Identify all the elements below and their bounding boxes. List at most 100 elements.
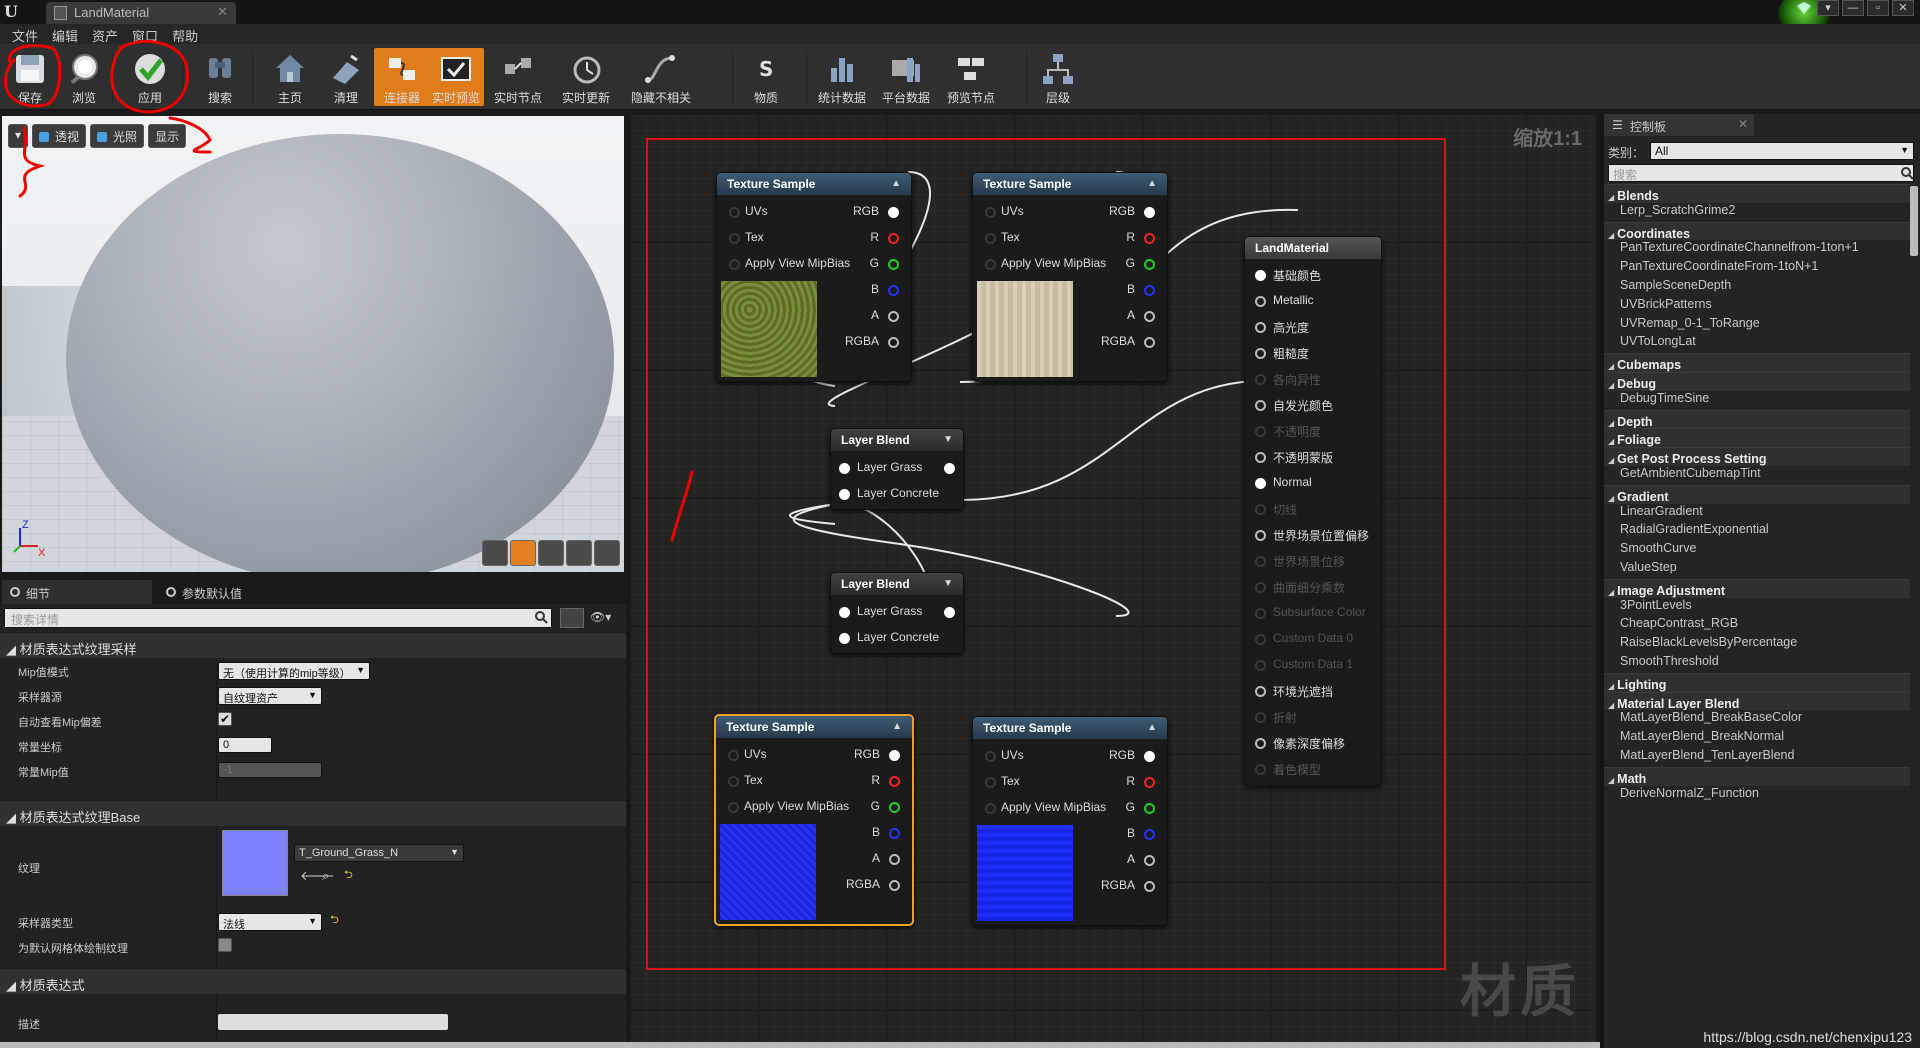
hierarchy-button[interactable]: 层级 (1030, 48, 1086, 106)
input-pin-icon[interactable] (729, 233, 740, 244)
material-preview-viewport[interactable]: ▾ 透视 光照 显示 X Z (0, 114, 626, 574)
connectors-button[interactable]: 连接器 (374, 48, 430, 106)
input-pin-icon[interactable] (985, 751, 996, 762)
live-preview-button[interactable]: 实时预览 (428, 48, 484, 106)
palette-function-item[interactable]: ValueStep (1604, 560, 1910, 579)
input-pin-icon[interactable] (1255, 400, 1266, 411)
input-pin-icon[interactable] (985, 777, 996, 788)
input-pin-icon[interactable] (839, 633, 850, 644)
browse-button[interactable]: 浏览 (56, 48, 112, 106)
close-window-button[interactable]: ✕ (1892, 0, 1914, 16)
texture-sample-node-grass[interactable]: Texture Sample ▲ UVs Tex Apply View MipBi… (716, 172, 912, 382)
clean-button[interactable]: 清理 (318, 48, 374, 106)
output-pin-icon[interactable] (888, 285, 899, 296)
category-select[interactable]: All (1650, 142, 1914, 160)
palette-function-item[interactable]: UVRemap_0-1_ToRange (1604, 316, 1910, 335)
tab-details[interactable]: 细节 (2, 580, 152, 604)
window-menu-button[interactable]: ▾ (1817, 0, 1839, 16)
palette-category[interactable]: Lighting (1604, 672, 1910, 692)
node-header[interactable]: Texture Sample ▲ (973, 173, 1167, 195)
tab-landmaterial[interactable]: LandMaterial ✕ (46, 2, 236, 24)
input-pin-icon[interactable] (728, 802, 739, 813)
output-pin-icon[interactable] (944, 607, 955, 618)
palette-category[interactable]: Material Layer Blend (1604, 691, 1910, 711)
input-pin-icon[interactable] (1255, 348, 1266, 359)
sampler-source-select[interactable]: 自纹理资产 (218, 687, 322, 705)
section-texture-sample[interactable]: ◢ 材质表达式纹理采样 (0, 634, 626, 658)
palette-function-item[interactable]: LinearGradient (1604, 504, 1910, 523)
output-pin-icon[interactable] (1144, 829, 1155, 840)
reset-default-icon[interactable]: ⮌ (344, 866, 353, 885)
default-mesh-paint-checkbox[interactable] (218, 938, 232, 952)
palette-function-item[interactable]: CheapContrast_RGB (1604, 616, 1910, 635)
output-pin-icon[interactable] (944, 463, 955, 474)
output-pin-icon[interactable] (889, 828, 900, 839)
section-texture-base[interactable]: ◢ 材质表达式纹理Base (0, 802, 626, 826)
lighting-button[interactable]: 光照 (90, 124, 145, 148)
texture-sample-node-normal-2[interactable]: Texture Sample ▲ UVs Tex Apply View MipBi… (972, 716, 1168, 926)
palette-function-item[interactable]: RadialGradientExponential (1604, 522, 1910, 541)
node-header[interactable]: Texture Sample ▲ (717, 173, 911, 195)
input-pin-icon[interactable] (1255, 504, 1266, 515)
menu-help[interactable]: 帮助 (168, 24, 208, 44)
output-pin-icon[interactable] (1144, 285, 1155, 296)
output-pin-icon[interactable] (888, 207, 899, 218)
output-pin-icon[interactable] (1144, 207, 1155, 218)
live-nodes-button[interactable]: 实时节点 (490, 48, 546, 106)
browse-asset-icon[interactable]: ⌕ (322, 868, 329, 884)
palette-category[interactable]: Debug (1604, 371, 1910, 391)
input-pin-icon[interactable] (1255, 296, 1266, 307)
palette-function-item[interactable]: PanTextureCoordinateFrom-1toN+1 (1604, 259, 1910, 278)
output-pin-icon[interactable] (1144, 881, 1155, 892)
input-pin-icon[interactable] (1255, 582, 1266, 593)
save-button[interactable]: 保存 (2, 48, 58, 106)
collapse-arrow-icon[interactable]: ▼ (943, 434, 953, 445)
close-tab-icon[interactable]: ✕ (1738, 117, 1748, 131)
output-pin-icon[interactable] (1144, 803, 1155, 814)
input-pin-icon[interactable] (729, 259, 740, 270)
const-mip-field[interactable]: -1 (218, 762, 322, 778)
input-pin-icon[interactable] (1255, 426, 1266, 437)
output-pin-icon[interactable] (888, 337, 899, 348)
input-pin-icon[interactable] (729, 207, 740, 218)
palette-function-item[interactable]: SmoothThreshold (1604, 654, 1910, 673)
node-header[interactable]: Texture Sample ▲ (973, 717, 1167, 739)
output-pin-icon[interactable] (888, 311, 899, 322)
input-pin-icon[interactable] (1255, 764, 1266, 775)
palette-function-item[interactable]: MatLayerBlend_BreakNormal (1604, 729, 1910, 748)
palette-function-item[interactable]: GetAmbientCubemapTint (1604, 466, 1910, 485)
input-pin-icon[interactable] (985, 233, 996, 244)
collapse-arrow-icon[interactable]: ▼ (943, 578, 953, 589)
hide-unrelated-button[interactable]: 隐藏不相关 (630, 48, 692, 106)
palette-function-item[interactable]: SmoothCurve (1604, 541, 1910, 560)
tab-parameter-defaults[interactable]: 参数默认值 (158, 580, 308, 604)
palette-function-item[interactable]: DebugTimeSine (1604, 391, 1910, 410)
input-pin-icon[interactable] (1255, 530, 1266, 541)
description-input[interactable] (218, 1014, 448, 1030)
menu-window[interactable]: 窗口 (128, 24, 168, 44)
sampler-type-reset-icon[interactable]: ⮌ (330, 911, 339, 930)
palette-function-item[interactable]: DeriveNormalZ_Function (1604, 786, 1910, 805)
input-pin-icon[interactable] (839, 463, 850, 474)
palette-function-item[interactable]: MatLayerBlend_TenLayerBlend (1604, 748, 1910, 767)
details-search-input[interactable]: 搜索详情 (4, 608, 552, 628)
section-expression[interactable]: ◢ 材质表达式 (0, 970, 626, 994)
palette-function-item[interactable]: PanTextureCoordinateChannelfrom-1ton+1 (1604, 240, 1910, 259)
input-pin-icon[interactable] (1255, 374, 1266, 385)
node-header[interactable]: Layer Blend ▼ (831, 573, 963, 595)
view-options-eye-icon[interactable]: 👁▾ (590, 610, 611, 624)
palette-category[interactable]: Math (1604, 766, 1910, 786)
palette-scrollbar[interactable] (1910, 186, 1918, 256)
sphere-mesh-button[interactable] (510, 540, 536, 566)
collapse-arrow-icon[interactable]: ▲ (1147, 178, 1157, 189)
input-pin-icon[interactable] (1255, 660, 1266, 671)
cylinder-mesh-button[interactable] (482, 540, 508, 566)
input-pin-icon[interactable] (728, 750, 739, 761)
output-pin-icon[interactable] (1144, 337, 1155, 348)
texture-sample-node-concrete[interactable]: Texture Sample ▲ UVs Tex Apply View MipBi… (972, 172, 1168, 382)
node-header[interactable]: Layer Blend ▼ (831, 429, 963, 451)
close-tab-icon[interactable]: ✕ (217, 4, 228, 20)
palette-function-item[interactable]: UVToLongLat (1604, 334, 1910, 353)
tab-palette[interactable]: ☰ 控制板 ✕ (1604, 114, 1754, 136)
palette-category[interactable]: Depth (1604, 409, 1910, 429)
